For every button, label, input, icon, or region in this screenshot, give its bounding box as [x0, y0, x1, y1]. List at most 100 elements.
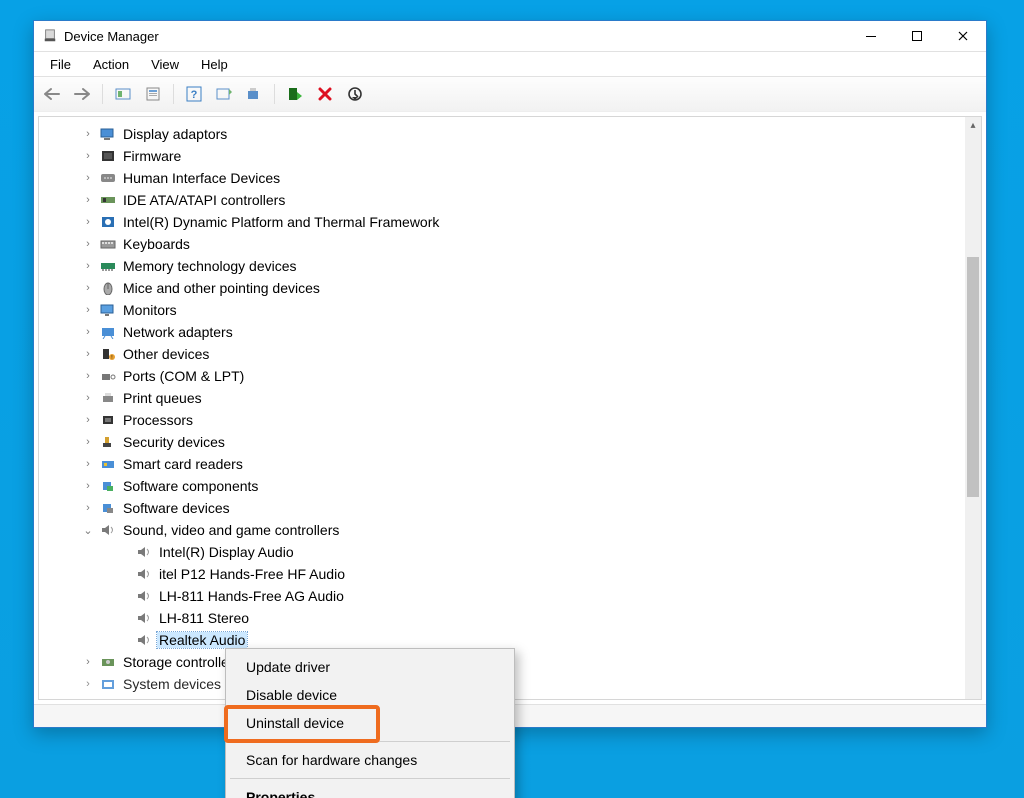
tree-node[interactable]: ›Monitors	[55, 299, 965, 321]
context-menu-item[interactable]: Uninstall device	[228, 709, 512, 737]
chevron-right-icon[interactable]: ›	[81, 172, 95, 184]
tree-node[interactable]: ›Software devices	[55, 497, 965, 519]
chevron-down-icon[interactable]: ⌄	[81, 524, 95, 537]
chevron-right-icon[interactable]: ›	[81, 348, 95, 360]
context-menu-item[interactable]: Update driver	[228, 653, 512, 681]
tree-node-label: Mice and other pointing devices	[121, 280, 322, 296]
context-menu-separator	[230, 741, 510, 742]
show-hidden-button[interactable]	[111, 83, 135, 105]
scan-hardware-button[interactable]	[212, 83, 236, 105]
help-button[interactable]: ?	[182, 83, 206, 105]
tree-node[interactable]: ›Human Interface Devices	[55, 167, 965, 189]
context-menu-item[interactable]: Disable device	[228, 681, 512, 709]
tree-node-label: Memory technology devices	[121, 258, 299, 274]
tree-node[interactable]: LH-811 Stereo	[91, 607, 965, 629]
tree-node[interactable]: ›Software components	[55, 475, 965, 497]
chevron-right-icon[interactable]: ›	[81, 678, 95, 690]
tree-node-label: IDE ATA/ATAPI controllers	[121, 192, 287, 208]
update-driver-button[interactable]	[242, 83, 266, 105]
printer-icon	[99, 390, 117, 406]
context-menu: Update driverDisable deviceUninstall dev…	[225, 648, 515, 798]
tree-node-label: Keyboards	[121, 236, 192, 252]
tree-node[interactable]: ›!Other devices	[55, 343, 965, 365]
ide-icon	[99, 192, 117, 208]
properties-button[interactable]	[141, 83, 165, 105]
tree-node[interactable]: ›Smart card readers	[55, 453, 965, 475]
menu-help[interactable]: Help	[191, 55, 238, 74]
chevron-right-icon[interactable]: ›	[81, 414, 95, 426]
network-icon	[99, 324, 117, 340]
system-icon	[99, 676, 117, 692]
tree-node-label: Network adapters	[121, 324, 235, 340]
menubar: File Action View Help	[34, 52, 986, 77]
tree-node-label: Display adaptors	[121, 126, 229, 142]
scroll-thumb[interactable]	[967, 257, 979, 497]
chevron-right-icon[interactable]: ›	[81, 282, 95, 294]
uninstall-device-button[interactable]	[313, 83, 337, 105]
vertical-scrollbar[interactable]: ▴	[965, 117, 981, 699]
window-title: Device Manager	[64, 29, 159, 44]
tree-node[interactable]: itel P12 Hands-Free HF Audio	[91, 563, 965, 585]
device-manager-window: Device Manager File Action View Help	[33, 20, 987, 728]
window-controls	[848, 21, 986, 51]
chevron-right-icon[interactable]: ›	[81, 260, 95, 272]
menu-view[interactable]: View	[141, 55, 189, 74]
tree-node[interactable]: › Display adaptors	[55, 123, 965, 145]
tree-node-label: Realtek Audio	[157, 632, 247, 648]
chevron-right-icon[interactable]: ›	[81, 326, 95, 338]
menu-file[interactable]: File	[40, 55, 81, 74]
tree-node[interactable]: › Memory technology devices	[55, 255, 965, 277]
tree-node[interactable]: › Keyboards	[55, 233, 965, 255]
context-menu-item[interactable]: Properties	[228, 783, 512, 798]
tree-node[interactable]: ›Ports (COM & LPT)	[55, 365, 965, 387]
tree-node[interactable]: › Mice and other pointing devices	[55, 277, 965, 299]
chevron-right-icon[interactable]: ›	[81, 458, 95, 470]
chevron-right-icon[interactable]: ›	[81, 216, 95, 228]
chevron-right-icon[interactable]: ›	[81, 194, 95, 206]
chevron-right-icon[interactable]: ›	[81, 480, 95, 492]
device-icon	[135, 610, 153, 626]
tree-node-label: Storage controlle	[121, 654, 231, 670]
close-button[interactable]	[940, 21, 986, 51]
tree-node[interactable]: Realtek Audio	[91, 629, 965, 651]
svg-text:!: !	[111, 355, 112, 361]
monitor-icon	[99, 302, 117, 318]
tree-node[interactable]: › Network adapters	[55, 321, 965, 343]
chevron-right-icon[interactable]: ›	[81, 502, 95, 514]
chevron-right-icon[interactable]: ›	[81, 392, 95, 404]
device-icon	[135, 544, 153, 560]
mouse-icon	[99, 280, 117, 296]
chevron-right-icon[interactable]: ›	[81, 128, 95, 140]
toolbar-separator	[173, 84, 174, 104]
scroll-up-arrow[interactable]: ▴	[965, 117, 981, 133]
minimize-button[interactable]	[848, 21, 894, 51]
menu-action[interactable]: Action	[83, 55, 139, 74]
tree-node[interactable]: Intel(R) Display Audio	[91, 541, 965, 563]
back-button[interactable]	[40, 83, 64, 105]
tree-node[interactable]: ›Print queues	[55, 387, 965, 409]
tree-node[interactable]: ›Intel(R) Dynamic Platform and Thermal F…	[55, 211, 965, 233]
maximize-button[interactable]	[894, 21, 940, 51]
tree-node[interactable]: LH-811 Hands-Free AG Audio	[91, 585, 965, 607]
chevron-right-icon[interactable]: ›	[81, 436, 95, 448]
memory-icon	[99, 258, 117, 274]
enable-device-button[interactable]	[283, 83, 307, 105]
chevron-right-icon[interactable]: ›	[81, 304, 95, 316]
storage-icon	[99, 654, 117, 670]
hid-icon	[99, 170, 117, 186]
tree-node[interactable]: ›Firmware	[55, 145, 965, 167]
disable-device-button[interactable]	[343, 83, 367, 105]
chevron-right-icon[interactable]: ›	[81, 238, 95, 250]
tree-node[interactable]: ›Security devices	[55, 431, 965, 453]
chevron-right-icon[interactable]: ›	[81, 150, 95, 162]
port-icon	[99, 368, 117, 384]
tree-node[interactable]: ⌄Sound, video and game controllers	[55, 519, 965, 541]
display-icon	[99, 126, 117, 142]
tree-node[interactable]: ›Processors	[55, 409, 965, 431]
context-menu-item[interactable]: Scan for hardware changes	[228, 746, 512, 774]
forward-button[interactable]	[70, 83, 94, 105]
toolbar-separator	[274, 84, 275, 104]
chevron-right-icon[interactable]: ›	[81, 370, 95, 382]
tree-node[interactable]: › IDE ATA/ATAPI controllers	[55, 189, 965, 211]
chevron-right-icon[interactable]: ›	[81, 656, 95, 668]
